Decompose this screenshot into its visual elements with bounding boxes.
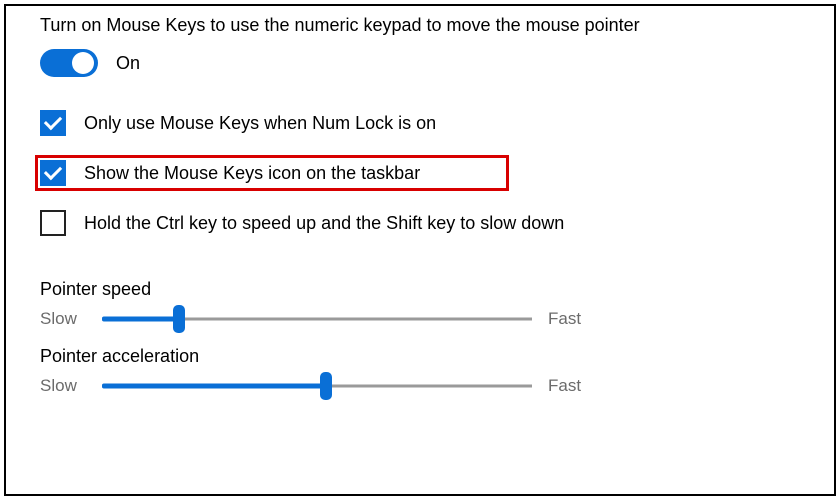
slider-thumb[interactable] [320,372,332,400]
sliders-block: Pointer speed Slow Fast Pointer accelera… [40,279,824,399]
pointer-speed-group: Pointer speed Slow Fast [40,279,824,332]
section-description: Turn on Mouse Keys to use the numeric ke… [40,14,720,37]
pointer-acceleration-title: Pointer acceleration [40,346,824,367]
pointer-speed-slider[interactable] [102,306,532,332]
pointer-acceleration-row: Slow Fast [40,373,824,399]
mouse-keys-toggle[interactable] [40,49,98,77]
mouse-keys-toggle-row: On [40,49,824,77]
slider-fill [102,317,179,322]
checkbox-taskbar-icon[interactable] [40,160,66,186]
pointer-speed-title: Pointer speed [40,279,824,300]
pointer-acceleration-slider[interactable] [102,373,532,399]
checkbox-row-taskbar-icon: Show the Mouse Keys icon on the taskbar [35,155,509,191]
settings-panel: Turn on Mouse Keys to use the numeric ke… [4,4,836,496]
checkbox-row-ctrl-shift: Hold the Ctrl key to speed up and the Sh… [40,205,824,241]
pointer-speed-high-label: Fast [548,309,594,329]
toggle-knob [72,52,94,74]
checkbox-ctrl-shift-label: Hold the Ctrl key to speed up and the Sh… [84,213,564,234]
checkbox-row-numlock: Only use Mouse Keys when Num Lock is on [40,105,824,141]
slider-fill [102,384,326,389]
pointer-speed-row: Slow Fast [40,306,824,332]
pointer-speed-low-label: Slow [40,309,86,329]
slider-thumb[interactable] [173,305,185,333]
checkbox-ctrl-shift[interactable] [40,210,66,236]
checkbox-numlock[interactable] [40,110,66,136]
pointer-acceleration-group: Pointer acceleration Slow Fast [40,346,824,399]
checkbox-numlock-label: Only use Mouse Keys when Num Lock is on [84,113,436,134]
mouse-keys-toggle-label: On [116,53,140,74]
pointer-acceleration-high-label: Fast [548,376,594,396]
pointer-acceleration-low-label: Slow [40,376,86,396]
checkbox-taskbar-icon-label: Show the Mouse Keys icon on the taskbar [84,163,420,184]
